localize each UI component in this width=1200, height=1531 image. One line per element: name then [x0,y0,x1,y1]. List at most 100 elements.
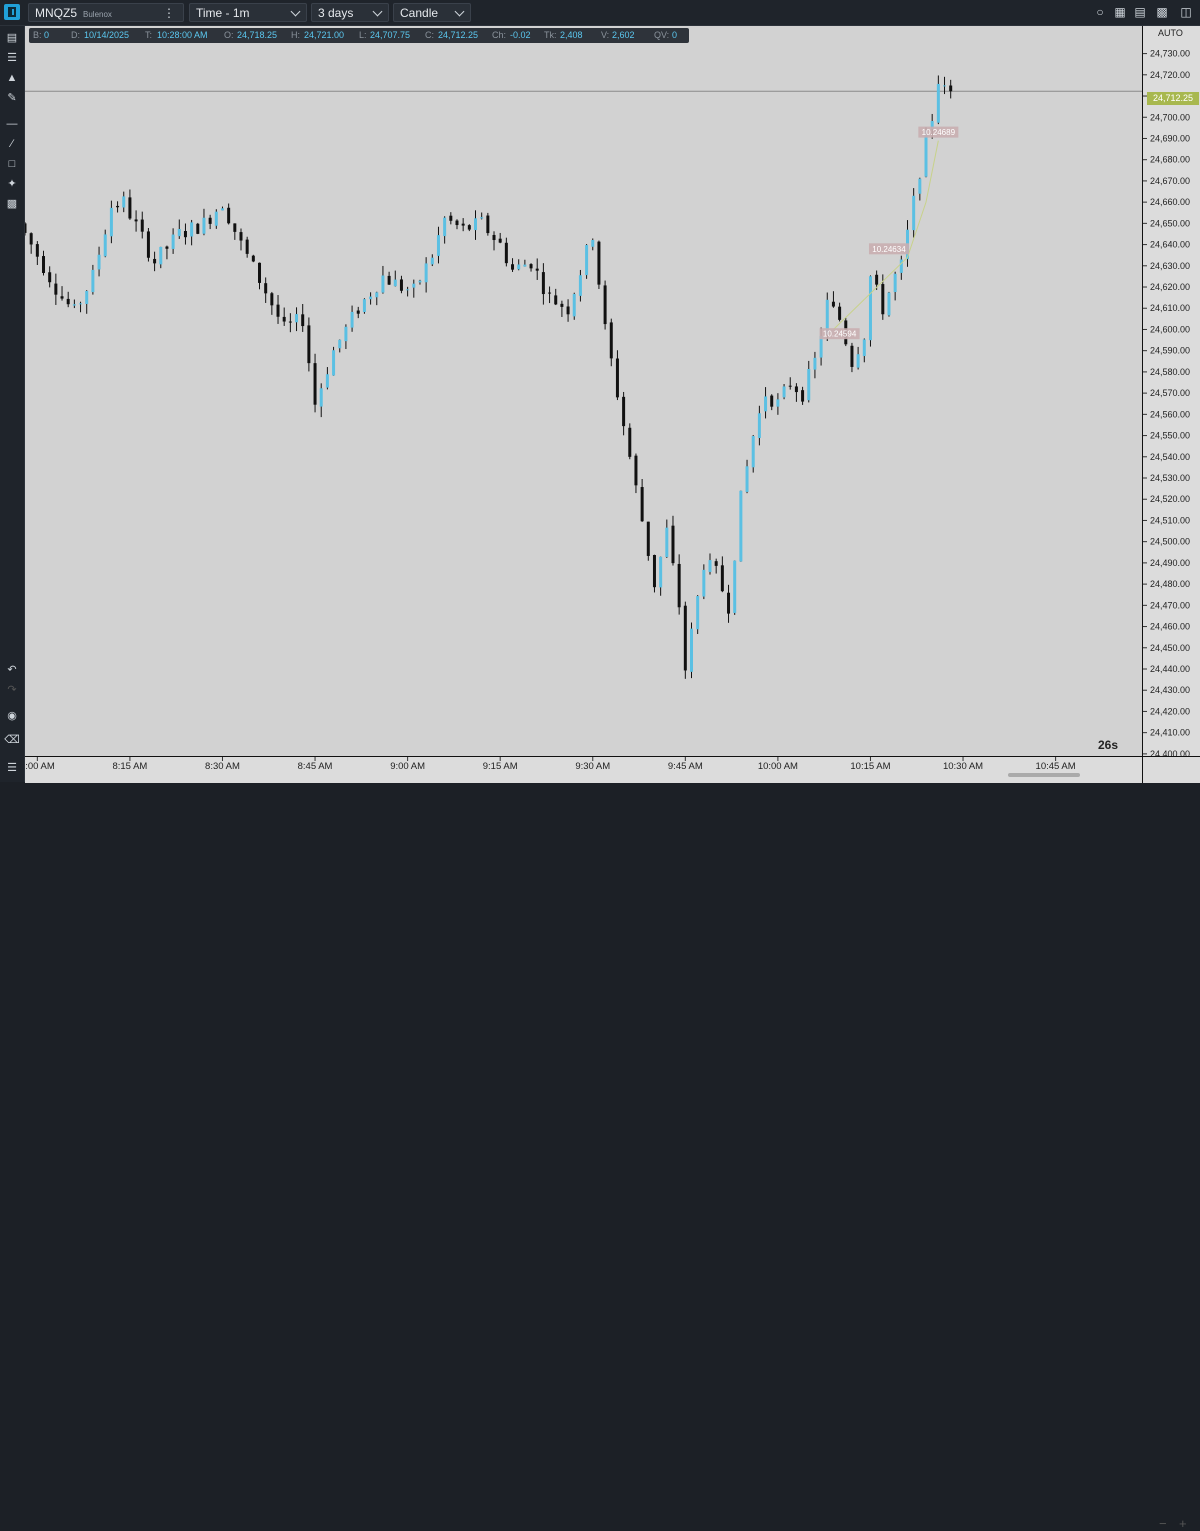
candle-down [511,264,515,270]
panel-icon[interactable]: ▩ [1154,5,1170,19]
candle-up [72,304,76,306]
keyboard-icon[interactable]: ▦ [1112,5,1128,19]
pencil-icon[interactable]: ✎ [4,90,20,106]
price-axis[interactable]: 24,400.00 24,410.00 24,420.00 24,430.00 24,4… [1142,26,1200,759]
candle-up [757,413,761,439]
candle-down [597,241,601,285]
template-icon[interactable]: ▩ [4,196,20,212]
candle-down [727,592,731,614]
sidebar-toggle-icon[interactable]: ◫ [1178,5,1194,19]
rectangle-icon[interactable]: □ [4,156,20,172]
candle-down [714,561,718,566]
candle-up [696,596,700,630]
candle-up [122,196,126,208]
eye-icon[interactable]: ◉ [4,708,20,724]
time-value: 10:28:00 AM [157,30,208,40]
bar-value: 0 [44,30,50,40]
candle-up [424,263,428,283]
price-tick-label: 24,550.00 [1150,431,1190,441]
symbol-selector[interactable]: MNQZ5 Bulenox ⋮ [28,3,184,22]
candle-down [554,295,558,305]
app-logo-icon[interactable] [4,4,20,20]
chat-icon[interactable]: ○ [1092,5,1108,19]
price-tick-label: 24,510.00 [1150,515,1190,525]
candle-up [202,217,206,234]
chart-type-dropdown[interactable]: Candle [393,3,471,22]
candle-up [899,259,903,273]
time-tick-label: 8:15 AM [112,761,147,772]
candle-up [214,211,218,226]
range-dropdown[interactable]: 3 days [311,3,389,22]
price-tick-label: 24,630.00 [1150,261,1190,271]
candle-down [529,264,533,269]
price-annotation[interactable]: 10.24594 [819,328,860,340]
undo-icon[interactable]: ↶ [4,662,20,678]
zoom-out-icon[interactable]: − [1159,1516,1167,1531]
more-options-icon[interactable]: ⋮ [163,4,175,23]
candle-down [356,310,360,314]
candle-up [856,354,860,368]
candle-up [733,560,737,613]
candle-down [949,85,953,92]
candle-up [338,339,342,349]
layers-icon[interactable]: ☰ [4,50,20,66]
price-tick-label: 24,440.00 [1150,664,1190,674]
candle-up [332,350,336,376]
chevron-down-icon [372,6,383,17]
candle-down [628,427,632,457]
candle-down [671,525,675,564]
change-label: Ch: [492,30,507,40]
redo-icon[interactable]: ↷ [4,682,20,698]
price-tick-label: 24,670.00 [1150,176,1190,186]
candle-down [35,244,39,257]
candle-up [430,257,434,265]
close-label: C: [425,30,434,40]
time-tick-label: 9:30 AM [575,761,610,772]
candle-up [85,290,89,304]
auto-scale-toggle[interactable]: AUTO [1158,28,1183,38]
alert-bell-icon[interactable]: ▲ [4,70,20,86]
time-axis[interactable]: 8:00 AM 8:15 AM 8:30 AM 8:45 AM 9:00 AM 9:15 … [20,756,1142,783]
trend-line-drawing[interactable] [833,140,939,330]
time-tick-label: 8:30 AM [205,761,240,772]
candle-down [60,296,64,299]
candle-up [350,311,354,328]
candle-up [393,279,397,287]
annotation-label: 10.24594 [823,330,857,339]
candle-down [560,303,564,307]
time-scrollbar[interactable] [1008,773,1080,777]
candle-down [881,284,885,315]
candle-up [190,222,194,237]
price-tick-label: 24,530.00 [1150,473,1190,483]
magic-wand-icon[interactable]: ✦ [4,176,20,192]
candle-down [541,272,545,295]
candlestick-chart[interactable]: 10.24689 10.24634 10.24594 [23,26,1142,756]
trendline-icon[interactable]: ∕ [4,136,20,152]
price-tick-label: 24,730.00 [1150,49,1190,59]
candle-down [48,272,52,283]
horizontal-line-icon[interactable]: — [4,116,20,132]
date-label: D: [71,30,80,40]
trash-icon[interactable]: ⌫ [4,732,20,748]
candle-up [572,293,576,317]
price-annotation[interactable]: 10.24689 [918,126,959,138]
chart-plot-area[interactable]: 10.24689 10.24634 10.24594 [23,26,1142,756]
candle-down [461,223,465,226]
candle-down [153,258,157,264]
price-tick-label: 24,590.00 [1150,346,1190,356]
candle-up [109,207,113,237]
timeframe-dropdown[interactable]: Time - 1m [189,3,307,22]
chart-icon[interactable]: ▤ [4,30,20,46]
candle-down [251,255,255,262]
time-tick-label: 10:15 AM [850,761,890,772]
menu-icon[interactable]: ☰ [4,760,20,776]
layout-icon[interactable]: ▤ [1132,5,1148,19]
zoom-in-icon[interactable]: + [1179,1516,1187,1531]
candle-up [91,269,95,293]
price-axis-labels: 24,400.00 24,410.00 24,420.00 24,430.00 24,4… [1143,49,1190,759]
candle-down [227,207,231,224]
candle-down [301,314,305,327]
price-annotation[interactable]: 10.24634 [868,243,909,255]
price-tick-label: 24,690.00 [1150,133,1190,143]
candle-up [406,289,410,291]
